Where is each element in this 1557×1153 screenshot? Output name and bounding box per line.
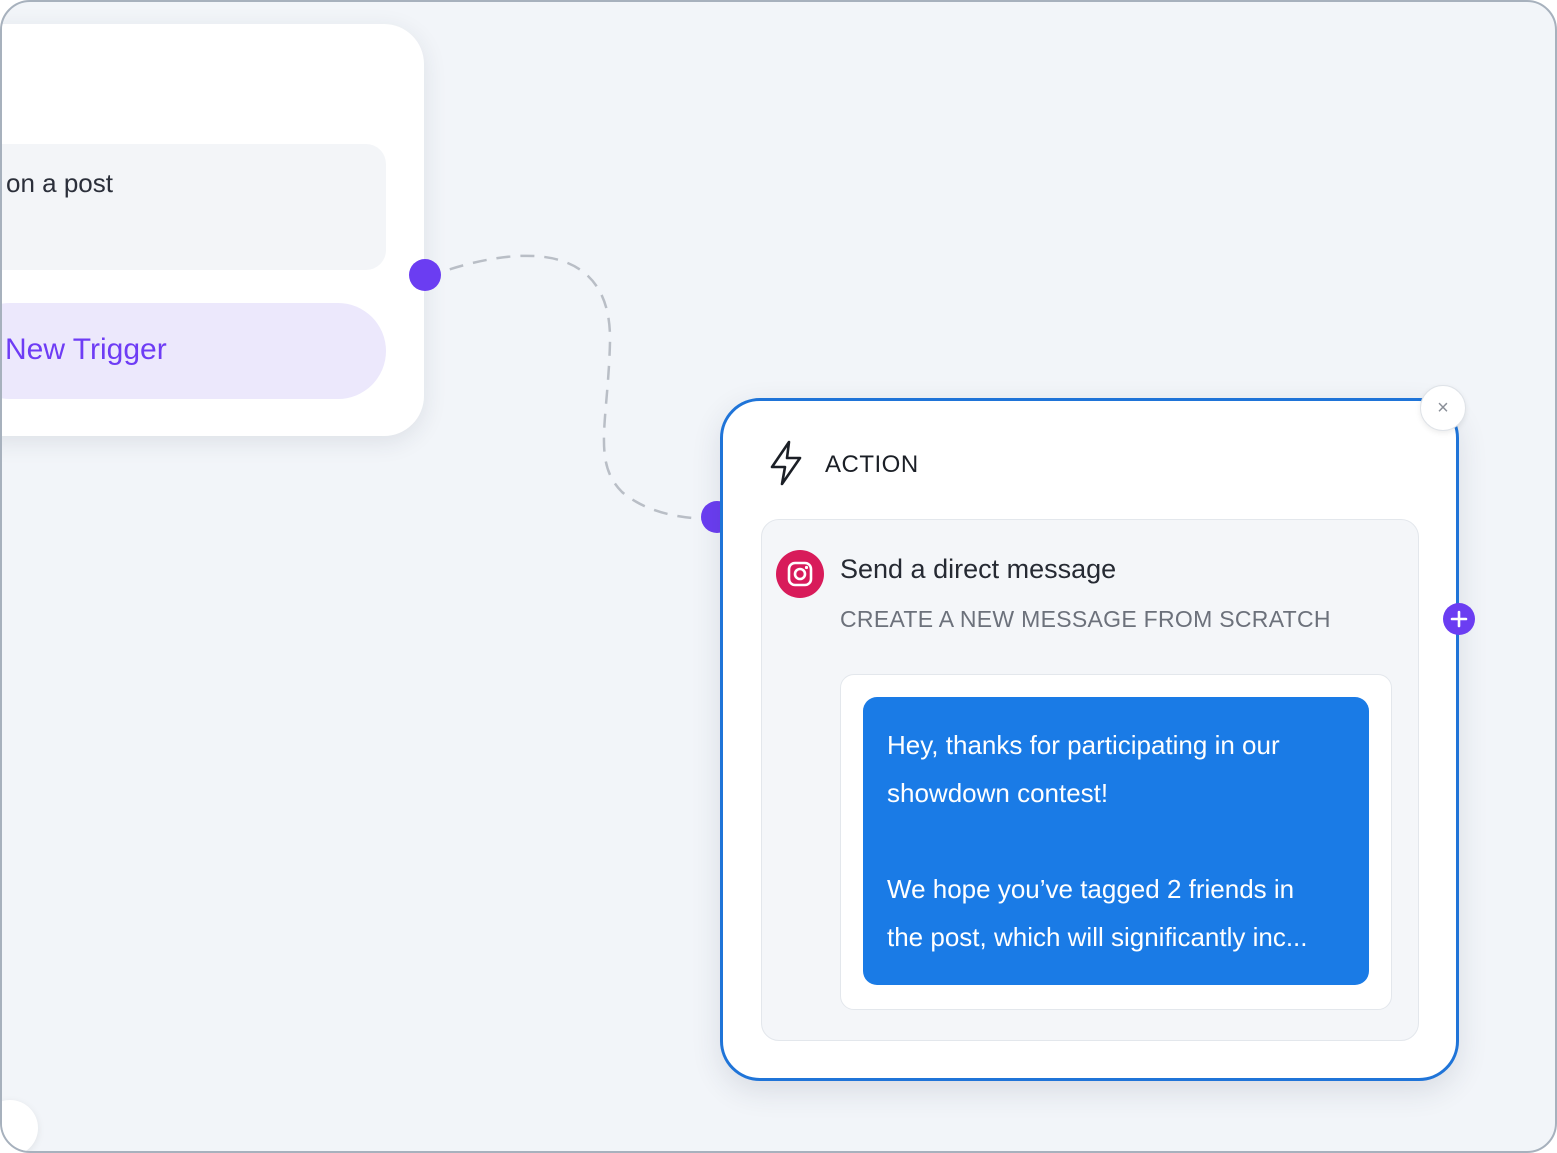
step-title: Send a direct message: [840, 554, 1117, 584]
message-bubble: Hey, thanks for participating in our sho…: [863, 697, 1369, 985]
lightning-bolt-icon: [770, 440, 802, 486]
action-card[interactable]: ACTION Send a direct message CREATE A NE…: [720, 398, 1459, 1081]
message-paragraph-gap: [887, 817, 1345, 865]
close-icon[interactable]: ×: [1420, 385, 1466, 431]
message-preview[interactable]: Hey, thanks for participating in our sho…: [840, 674, 1392, 1010]
close-glyph: ×: [1437, 396, 1449, 419]
message-line: the post, which will significantly inc..…: [887, 922, 1308, 952]
step-panel[interactable]: Send a direct message CREATE A NEW MESSA…: [761, 519, 1419, 1041]
message-line: Hey, thanks for participating in our: [887, 730, 1280, 760]
step-subtitle: CREATE A NEW MESSAGE FROM SCRATCH: [840, 606, 1331, 632]
instagram-icon: [776, 550, 824, 598]
trigger-output-handle[interactable]: [409, 259, 441, 291]
workflow-canvas[interactable]: on a post New Trigger ACTION Send a dire…: [0, 0, 1557, 1153]
plus-icon[interactable]: [1443, 603, 1475, 635]
message-line: We hope you’ve tagged 2 friends in: [887, 874, 1295, 904]
action-header-label: ACTION: [825, 451, 919, 478]
message-line: showdown contest!: [887, 778, 1109, 808]
